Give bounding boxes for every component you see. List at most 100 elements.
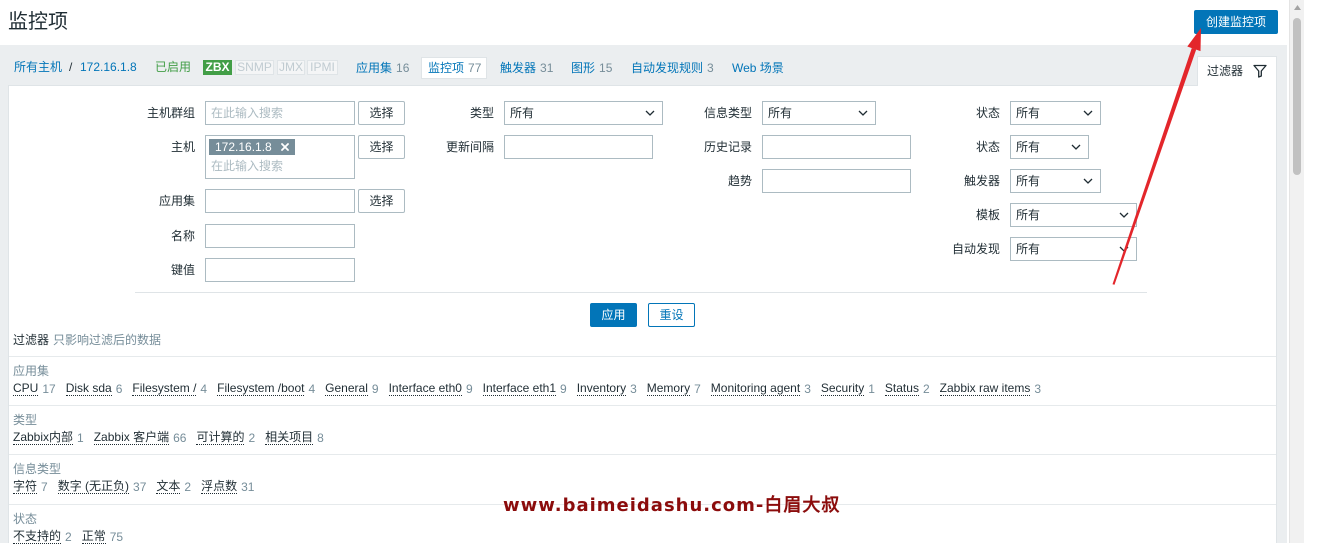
chevron-down-icon xyxy=(1119,246,1129,252)
nav-web-scenarios[interactable]: Web 场景 xyxy=(732,57,784,79)
host-groups-search-input[interactable] xyxy=(205,101,355,125)
create-item-button[interactable]: 创建监控项 xyxy=(1194,10,1278,34)
application-input[interactable] xyxy=(205,189,355,213)
status-select-value: 所有 xyxy=(1016,140,1041,154)
subfilter-item-count: 8 xyxy=(317,431,324,445)
subfilter-item-name: 不支持的 xyxy=(13,529,62,544)
nav-graphs[interactable]: 图形 15 xyxy=(571,57,612,79)
template-label: 模板 xyxy=(975,208,1000,222)
subfilter-item[interactable]: General 9 xyxy=(325,381,379,396)
triggers-select-value: 所有 xyxy=(1016,174,1041,188)
subfilter-item[interactable]: 字符 7 xyxy=(13,480,48,494)
nav-discovery-rules[interactable]: 自动发现规则 3 xyxy=(631,57,714,79)
apply-button[interactable]: 应用 xyxy=(590,303,637,327)
breadcrumb-all-hosts-link[interactable]: 所有主机 xyxy=(14,56,62,78)
subfilter-item[interactable]: 数字 (无正负) 37 xyxy=(57,479,146,494)
subfilter-item[interactable]: 相关项目 8 xyxy=(265,431,324,445)
subfilter-item[interactable]: Zabbix内部 1 xyxy=(13,431,84,445)
key-input[interactable] xyxy=(205,258,355,282)
type-select[interactable]: 所有 xyxy=(504,101,663,125)
subfilter-item[interactable]: Interface eth0 9 xyxy=(388,381,473,396)
subfilter-item-name: Disk sda xyxy=(65,381,112,396)
scrollbar-thumb[interactable] xyxy=(1293,18,1301,175)
subfilter-item[interactable]: Security 1 xyxy=(820,382,875,396)
subfilter-item[interactable]: Disk sda 6 xyxy=(65,381,123,396)
filter-tab-label: 过滤器 xyxy=(1207,64,1244,78)
scroll-up-arrow-icon[interactable] xyxy=(1293,4,1302,11)
subfilter-item[interactable]: Zabbix raw items 3 xyxy=(939,382,1042,396)
subfilter-item[interactable]: Interface eth1 9 xyxy=(482,381,567,396)
nav-graphs-count: 15 xyxy=(599,61,613,75)
nav-discovery-rules-label: 自动发现规则 xyxy=(631,61,704,75)
chevron-down-icon xyxy=(1119,212,1129,218)
subfilter-item-name: CPU xyxy=(13,381,39,396)
hosts-multiselect[interactable]: 172.16.1.8 xyxy=(205,135,355,179)
page-scrollbar[interactable] xyxy=(1289,0,1304,543)
subfilter-item[interactable]: Inventory 3 xyxy=(576,381,637,396)
subfilter-group-types: 类型 Zabbix内部 1 Zabbix 客户端 66 可计算的 2 相关项目 8 xyxy=(13,406,1273,454)
subfilter-item-name: 正常 xyxy=(81,529,106,544)
application-select-button[interactable]: 选择 xyxy=(358,189,405,213)
template-select-value: 所有 xyxy=(1016,208,1041,222)
history-input[interactable] xyxy=(762,135,911,159)
subfilter-item[interactable]: Filesystem /boot 4 xyxy=(217,382,315,396)
subfilter-item-name: 数字 (无正负) xyxy=(57,479,130,494)
subfilter-item-name: Interface eth0 xyxy=(388,381,462,396)
subfilter-item-name: Monitoring agent xyxy=(710,381,801,396)
host-groups-select-button[interactable]: 选择 xyxy=(358,101,405,125)
type-select-value: 所有 xyxy=(510,106,535,120)
triggers-select[interactable]: 所有 xyxy=(1010,169,1101,193)
subfilter-item-name: Filesystem / xyxy=(132,381,197,396)
status-select[interactable]: 所有 xyxy=(1010,135,1089,159)
subfilter-item[interactable]: Memory 7 xyxy=(646,382,701,396)
subfilter-item-count: 1 xyxy=(868,382,875,396)
subfilter-title: 过滤器 只影响过滤后的数据 xyxy=(13,333,161,347)
breadcrumb-host-link[interactable]: 172.16.1.8 xyxy=(80,56,137,78)
discovery-select[interactable]: 所有 xyxy=(1010,237,1137,261)
hosts-select-button[interactable]: 选择 xyxy=(358,135,405,159)
filter-tab[interactable]: 过滤器 xyxy=(1197,56,1277,86)
subfilter-item-count: 3 xyxy=(1034,382,1042,396)
chevron-down-icon xyxy=(1083,110,1093,116)
snmp-availability-badge: SNMP xyxy=(235,60,274,75)
subfilter-item[interactable]: 不支持的 2 xyxy=(13,530,72,544)
subfilter-item[interactable]: 文本 2 xyxy=(156,480,191,494)
subfilter-item-name: Status xyxy=(884,381,919,396)
subfilter-item-count: 2 xyxy=(922,382,930,396)
subfilter-item-count: 6 xyxy=(115,382,123,396)
name-input[interactable] xyxy=(205,224,355,248)
host-status-enabled[interactable]: 已启用 xyxy=(155,56,191,78)
host-groups-label: 主机群组 xyxy=(146,106,195,120)
template-select[interactable]: 所有 xyxy=(1010,203,1137,227)
ipmi-availability-badge: IPMI xyxy=(307,60,338,75)
nav-items-active[interactable]: 监控项 77 xyxy=(421,57,488,79)
subfilter-group-label: 状态 xyxy=(13,512,38,526)
nav-applications[interactable]: 应用集 16 xyxy=(356,57,409,79)
subfilter-item[interactable]: 可计算的 2 xyxy=(196,431,255,445)
subfilter-item[interactable]: Status 2 xyxy=(884,381,930,396)
update-interval-input[interactable] xyxy=(504,135,653,159)
nav-triggers[interactable]: 触发器 31 xyxy=(500,57,553,79)
subfilter-item[interactable]: Monitoring agent 3 xyxy=(710,381,811,396)
subfilter-item[interactable]: 正常 75 xyxy=(81,529,123,544)
subfilter-item-name: Interface eth1 xyxy=(482,381,557,396)
subfilter-item[interactable]: 浮点数 31 xyxy=(201,480,254,494)
subfilter-item-name: Inventory xyxy=(576,381,627,396)
trends-input[interactable] xyxy=(762,169,911,193)
close-icon[interactable] xyxy=(280,143,289,151)
subfilter-item[interactable]: CPU 17 xyxy=(13,382,56,396)
state-select[interactable]: 所有 xyxy=(1010,101,1101,125)
host-tag-label: 172.16.1.8 xyxy=(215,140,272,154)
hosts-search-input[interactable] xyxy=(207,157,347,175)
subfilter-item-name: General xyxy=(325,381,368,396)
nav-web-scenarios-label: Web 场景 xyxy=(732,61,784,75)
subfilter-item-count: 3 xyxy=(804,382,811,396)
subfilter-item-name: 浮点数 xyxy=(201,479,238,494)
subfilter-item[interactable]: Filesystem /4 xyxy=(132,382,207,396)
subfilter-item-name: Zabbix 客户端 xyxy=(93,430,170,445)
watermark-text: www.baimeidashu.com-白眉大叔 xyxy=(503,495,841,516)
subfilter-title-label: 过滤器 xyxy=(13,333,50,347)
subfilter-item[interactable]: Zabbix 客户端 66 xyxy=(93,430,186,445)
reset-button[interactable]: 重设 xyxy=(648,303,695,327)
value-type-select[interactable]: 所有 xyxy=(762,101,876,125)
